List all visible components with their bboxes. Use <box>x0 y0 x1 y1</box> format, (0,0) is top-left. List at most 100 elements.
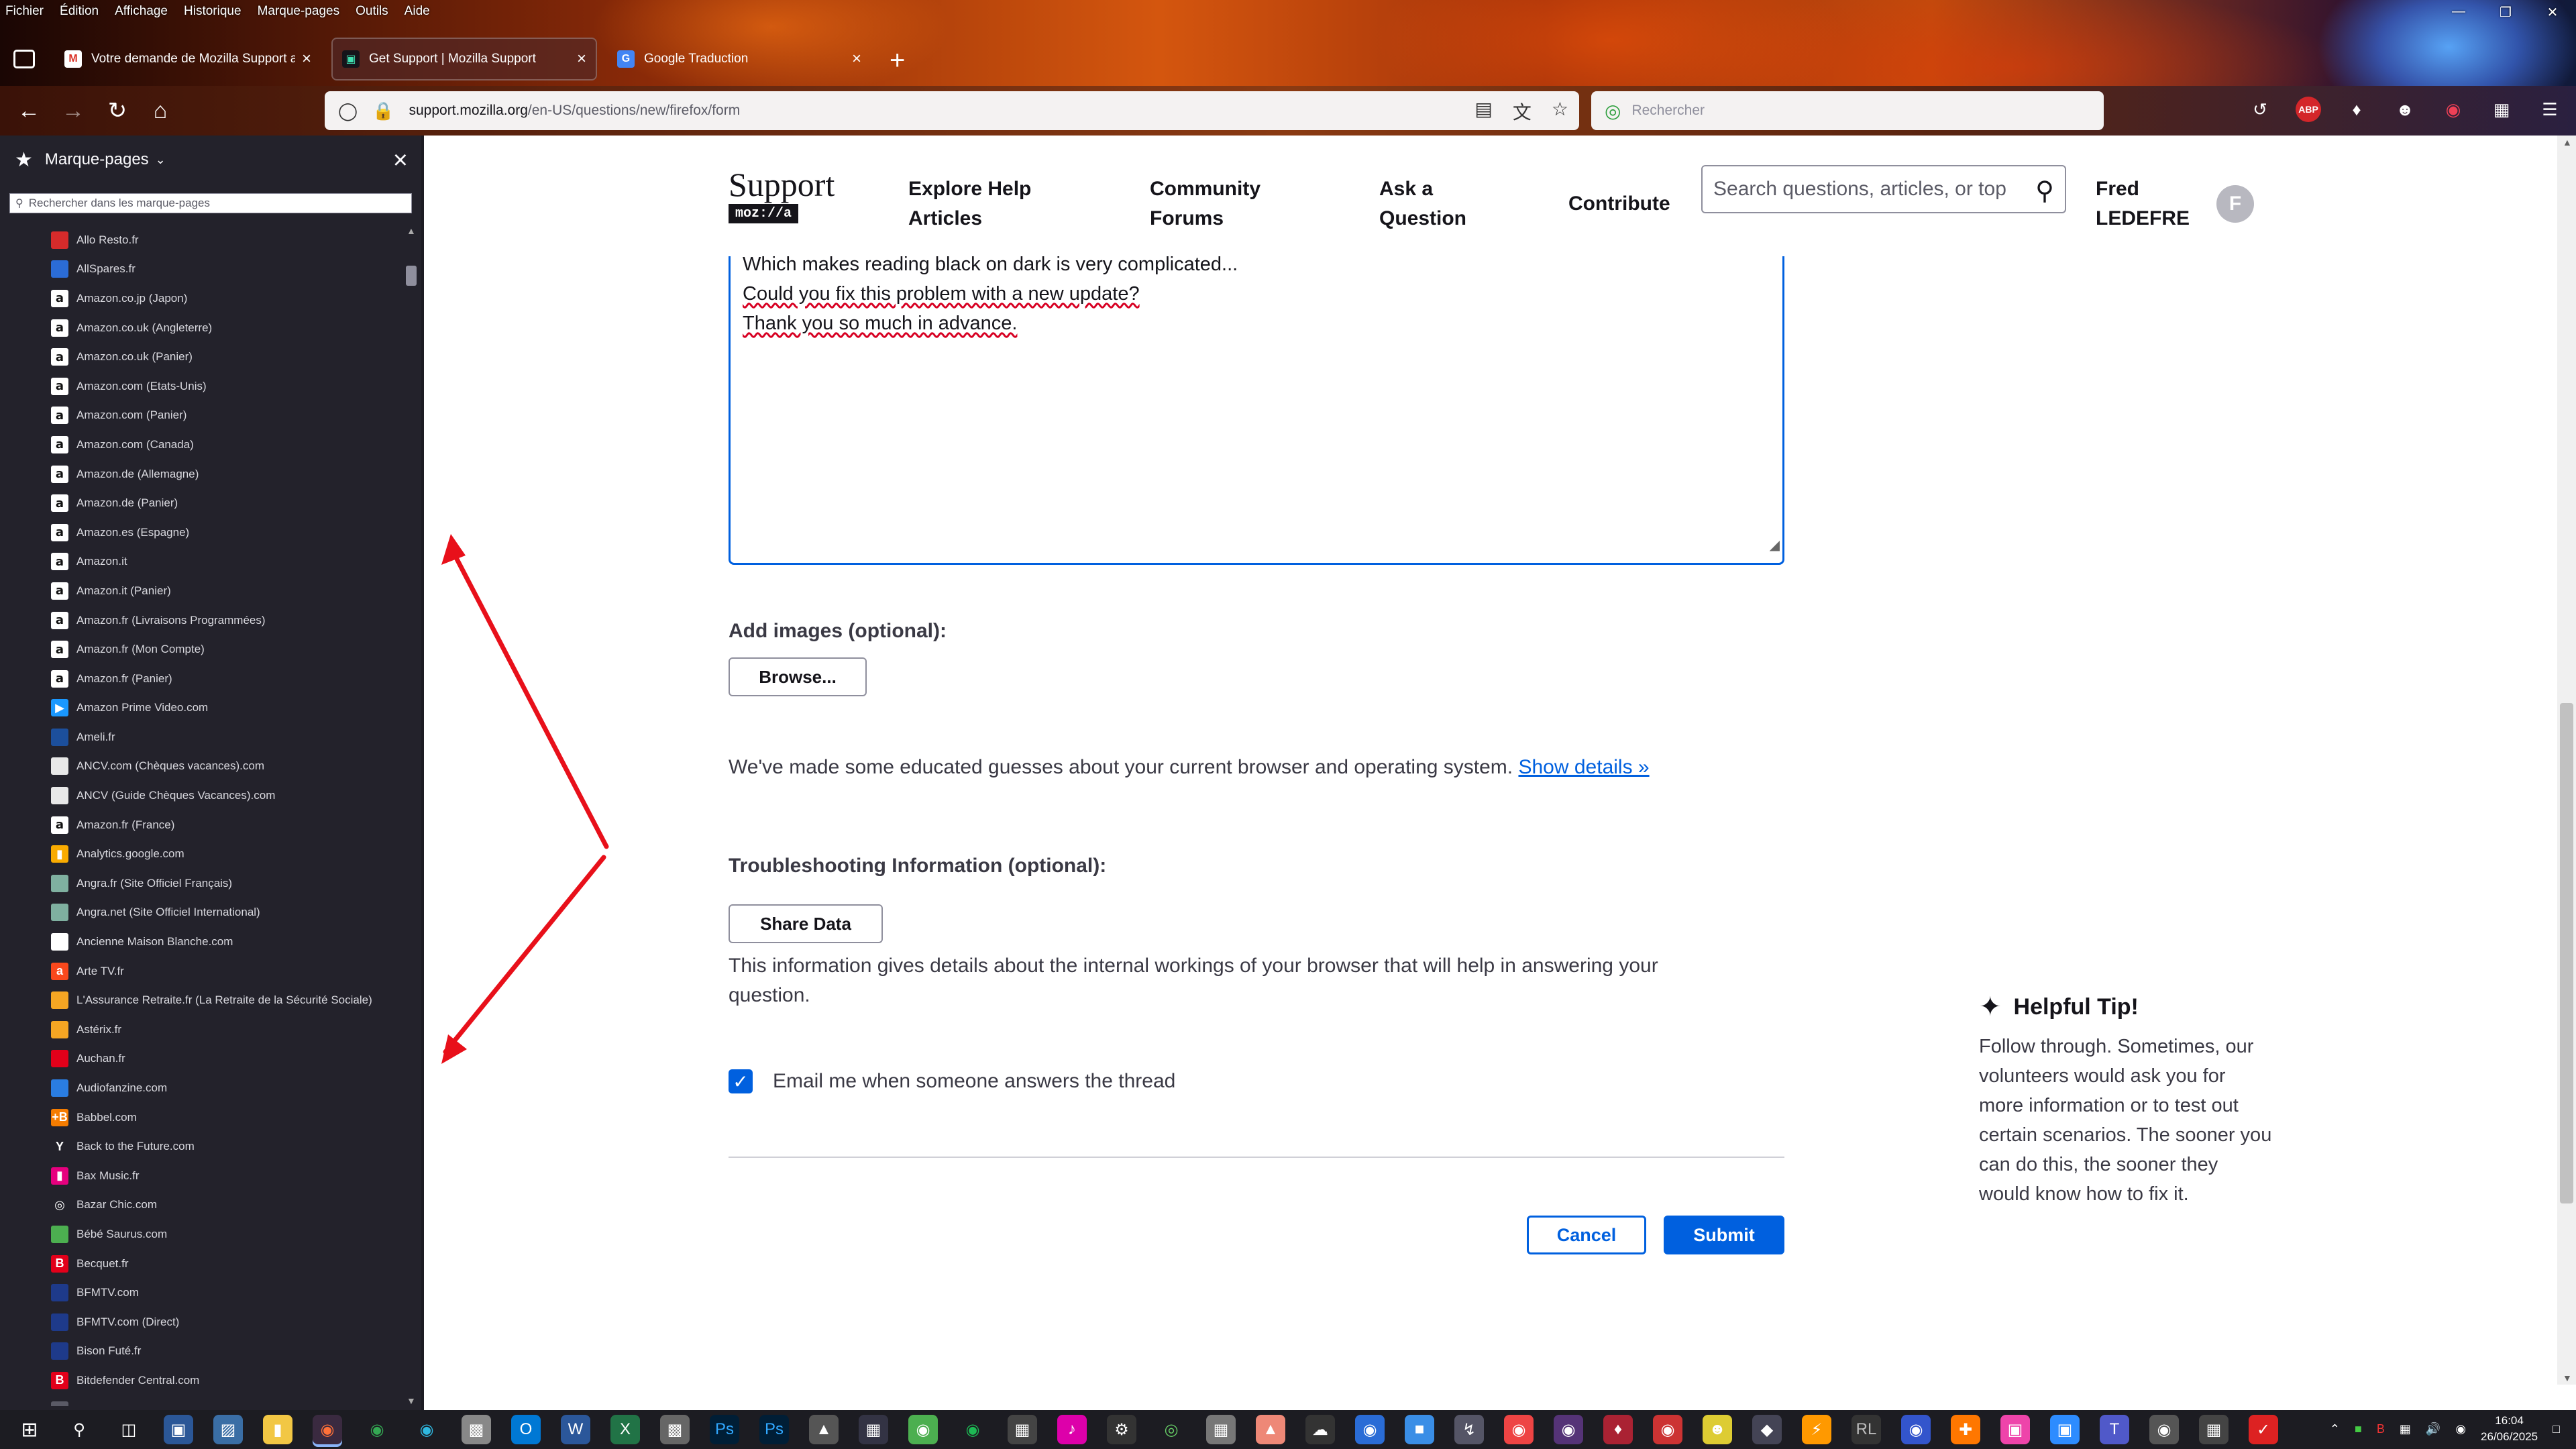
bookmark-item[interactable]: Audiofanzine.com <box>0 1073 402 1103</box>
history-icon[interactable]: ↺ <box>2247 97 2273 122</box>
photoshop-icon[interactable]: Ps <box>759 1415 789 1444</box>
scroll-up-icon[interactable]: ▲ <box>407 225 416 236</box>
teams-icon[interactable]: T <box>2100 1415 2129 1444</box>
pocket-icon[interactable]: ◉ <box>2440 97 2466 122</box>
app-icon[interactable]: ◉ <box>1504 1415 1534 1444</box>
nav-ask-a-question[interactable]: Ask a Question <box>1379 174 1466 233</box>
tray-app-icon[interactable]: ◉ <box>2455 1422 2466 1436</box>
app-icon[interactable]: ▲ <box>1256 1415 1285 1444</box>
edge-icon[interactable]: ◉ <box>412 1415 441 1444</box>
spotify-icon[interactable]: ◉ <box>958 1415 987 1444</box>
network-icon[interactable]: ▦ <box>2400 1422 2411 1436</box>
menu-historique[interactable]: Historique <box>184 4 241 19</box>
tab-google-traduction[interactable]: G Google Traduction × <box>606 38 872 80</box>
page-scrollbar[interactable]: ▲ ▼ <box>2557 136 2576 1385</box>
reload-icon[interactable]: ↻ <box>102 95 133 126</box>
nav-contribute[interactable]: Contribute <box>1568 189 1670 219</box>
app-icon[interactable]: ■ <box>1405 1415 1434 1444</box>
windows-start-icon[interactable]: ⊞ <box>15 1415 44 1444</box>
user-name[interactable]: Fred LEDEFRE <box>2096 174 2190 233</box>
minimize-icon[interactable]: — <box>2449 4 2469 21</box>
bookmark-item[interactable]: Ameli.fr <box>0 722 402 752</box>
bookmark-item[interactable]: Angra.fr (Site Officiel Français) <box>0 869 402 898</box>
bookmark-item[interactable]: a Amazon.it <box>0 547 402 577</box>
app-icon[interactable]: ◉ <box>908 1415 938 1444</box>
app-icon[interactable]: ↯ <box>1454 1415 1484 1444</box>
app-icon[interactable]: ♪ <box>1057 1415 1087 1444</box>
sidebar-header[interactable]: ★ Marque-pages ⌄ <box>0 136 421 184</box>
scrollbar-thumb[interactable] <box>2560 703 2573 1203</box>
bookmark-item[interactable]: +B Babbel.com <box>0 1103 402 1132</box>
volume-icon[interactable]: 🔊 <box>2426 1422 2440 1436</box>
app-icon[interactable]: ▲ <box>809 1415 839 1444</box>
extensions-icon[interactable]: ▦ <box>2489 97 2514 122</box>
translate-icon[interactable]: 文 <box>1513 98 1532 125</box>
cancel-button[interactable]: Cancel <box>1527 1216 1646 1254</box>
bookmark-item[interactable]: a Amazon.fr (Mon Compte) <box>0 635 402 664</box>
bookmark-item[interactable]: AllSpares.fr <box>0 255 402 284</box>
app-icon[interactable]: ▦ <box>1206 1415 1236 1444</box>
bookmark-search-input[interactable]: ⚲ Rechercher dans les marque-pages <box>9 193 412 213</box>
close-icon[interactable]: × <box>852 50 861 68</box>
bookmark-item[interactable]: a Amazon.co.uk (Panier) <box>0 342 402 372</box>
avatar[interactable]: F <box>2216 185 2254 223</box>
word-icon[interactable]: W <box>561 1415 590 1444</box>
new-tab-icon[interactable]: + <box>890 46 905 76</box>
menu-outils[interactable]: Outils <box>356 4 388 19</box>
excel-icon[interactable]: X <box>610 1415 640 1444</box>
app-icon[interactable]: RL <box>1851 1415 1881 1444</box>
app-icon[interactable]: ▨ <box>213 1415 243 1444</box>
app-icon[interactable]: ☻ <box>1703 1415 1732 1444</box>
task-view-icon[interactable]: ◫ <box>114 1415 144 1444</box>
search-engine-icon[interactable]: ◎ <box>1605 100 1621 122</box>
scroll-down-icon[interactable]: ▼ <box>407 1395 416 1406</box>
app-icon[interactable]: ▩ <box>660 1415 690 1444</box>
bookmark-item[interactable]: ANCV.com (Chèques vacances).com <box>0 752 402 782</box>
adblock-plus-icon[interactable]: ABP <box>2296 97 2321 122</box>
scroll-down-icon[interactable]: ▼ <box>2563 1373 2572 1383</box>
bookmark-item[interactable]: Astérix.fr <box>0 1015 402 1044</box>
bookmark-item[interactable]: BFMTV.com <box>0 1278 402 1307</box>
bookmark-item[interactable]: L'Assurance Retraite.fr (La Retraite de … <box>0 985 402 1015</box>
outlook-icon[interactable]: O <box>511 1415 541 1444</box>
bookmark-item[interactable]: a Amazon.com (Canada) <box>0 430 402 460</box>
app-icon[interactable]: ◉ <box>1653 1415 1682 1444</box>
extension-puzzle-icon[interactable]: ♦ <box>2344 97 2369 122</box>
file-explorer-icon[interactable]: ▮ <box>263 1415 292 1444</box>
menu-marque-pages[interactable]: Marque-pages <box>258 4 340 19</box>
bookmark-item[interactable]: ▶ Amazon Prime Video.com <box>0 694 402 723</box>
close-window-icon[interactable]: ✕ <box>2542 4 2563 21</box>
bookmark-item[interactable]: ▮ Analytics.google.com <box>0 839 402 869</box>
app-icon[interactable]: ✚ <box>1951 1415 1980 1444</box>
bookmark-item[interactable]: BFMTV.com (Direct) <box>0 1307 402 1337</box>
app-icon[interactable]: ♦ <box>1603 1415 1633 1444</box>
bookmark-item[interactable]: a Amazon.de (Allemagne) <box>0 460 402 489</box>
close-icon[interactable]: × <box>302 50 311 68</box>
clock[interactable]: 16:04 26/06/2025 <box>2481 1413 2538 1445</box>
close-icon[interactable]: × <box>393 146 408 175</box>
zoom-icon[interactable]: ▣ <box>2050 1415 2080 1444</box>
close-icon[interactable]: × <box>577 50 586 68</box>
bookmark-item[interactable]: Bébé Saurus.com <box>0 1220 402 1249</box>
menu-fichier[interactable]: Fichier <box>5 4 44 19</box>
menu-edition[interactable]: Édition <box>60 4 99 19</box>
bookmark-item[interactable]: ▮ Bax Music.fr <box>0 1161 402 1191</box>
notifications-icon[interactable]: □ <box>2553 1422 2560 1436</box>
app-icon[interactable]: ◎ <box>1157 1415 1186 1444</box>
bookmark-item[interactable]: a Amazon.co.jp (Japon) <box>0 284 402 313</box>
site-search-input[interactable]: Search questions, articles, or top ⚲ <box>1701 165 2066 213</box>
bookmark-item[interactable]: a Amazon.com (Etats-Unis) <box>0 372 402 401</box>
desktop-icon[interactable]: ▣ <box>164 1415 193 1444</box>
bookmark-item[interactable]: Y Back to the Future.com <box>0 1132 402 1161</box>
bookmark-item[interactable]: a Amazon.com (Panier) <box>0 401 402 431</box>
bookmark-item[interactable]: a Amazon.es (Espagne) <box>0 518 402 547</box>
tab-get-support[interactable]: ▣ Get Support | Mozilla Support × <box>331 38 597 80</box>
app-icon[interactable]: ◉ <box>1554 1415 1583 1444</box>
bookmark-item[interactable]: Ancienne Maison Blanche.com <box>0 927 402 957</box>
bookmark-item[interactable]: ANCV (Guide Chèques Vacances).com <box>0 781 402 810</box>
app-icon[interactable]: ◆ <box>1752 1415 1782 1444</box>
app-icon[interactable]: ◉ <box>1355 1415 1385 1444</box>
app-icon[interactable]: ▦ <box>859 1415 888 1444</box>
app-icon[interactable]: ▣ <box>2000 1415 2030 1444</box>
tab-list-icon[interactable] <box>13 50 35 68</box>
